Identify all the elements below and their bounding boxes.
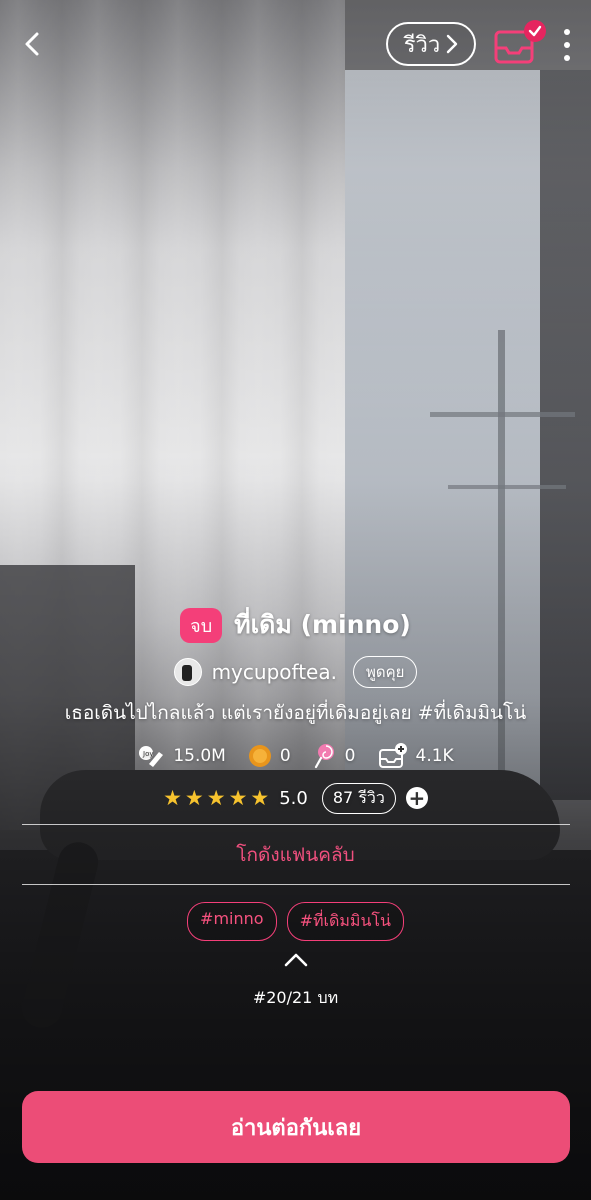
views-stat: Joy 15.0M xyxy=(137,744,226,768)
lollipop-icon xyxy=(314,744,334,769)
added-check-icon xyxy=(524,20,546,42)
expand-button[interactable] xyxy=(0,952,591,968)
back-arrow-icon xyxy=(25,32,39,56)
tag-list: #minno #ที่เดิมมินโน่ xyxy=(0,902,591,941)
candies-count: 0 xyxy=(344,746,356,766)
library-adds-stat: 4.1K xyxy=(378,743,454,769)
chevron-up-icon xyxy=(284,953,307,967)
review-button[interactable]: รีวิว xyxy=(386,22,476,66)
star-icon: ★ xyxy=(250,786,270,810)
author-avatar[interactable] xyxy=(173,658,202,686)
story-synopsis: เธอเดินไปไกลแล้ว แต่เรายังอยู่ที่เดิมอยู… xyxy=(64,702,527,724)
stats-row: Joy 15.0M 0 0 4.1K xyxy=(0,736,591,776)
back-button[interactable] xyxy=(14,26,50,62)
star-icon: ★ xyxy=(206,786,226,810)
more-dot-icon xyxy=(564,29,570,35)
svg-text:Joy: Joy xyxy=(142,750,154,758)
coins-count: 0 xyxy=(279,746,291,766)
chevron-right-icon xyxy=(447,34,458,54)
story-title: ที่เดิม (minno) xyxy=(234,610,411,639)
rating-value: 5.0 xyxy=(279,787,308,809)
rating-row: ★ ★ ★ ★ ★ 5.0 87 รีวิว + xyxy=(0,778,591,818)
story-info: จบ ที่เดิม (minno) mycupoftea. พูดคุย เธ… xyxy=(0,600,591,818)
star-rating: ★ ★ ★ ★ ★ xyxy=(163,786,269,810)
views-count: 15.0M xyxy=(173,746,226,766)
more-dot-icon xyxy=(564,55,570,61)
review-button-label: รีวิว xyxy=(403,32,441,58)
chat-button[interactable]: พูดคุย xyxy=(352,656,418,688)
divider xyxy=(22,884,570,885)
coin-icon xyxy=(248,745,271,767)
star-icon: ★ xyxy=(184,786,204,810)
tag-chip[interactable]: #minno xyxy=(187,902,277,941)
author-name[interactable]: mycupoftea. xyxy=(212,660,337,684)
tag-chip[interactable]: #ที่เดิมมินโน่ xyxy=(286,902,404,941)
coins-stat: 0 xyxy=(248,744,291,768)
continue-reading-button[interactable]: อ่านต่อกันเลย xyxy=(22,1091,570,1163)
views-icon: Joy xyxy=(139,746,164,767)
add-to-library-button[interactable] xyxy=(494,20,546,66)
library-add-icon xyxy=(378,743,407,768)
candies-stat: 0 xyxy=(313,743,356,769)
divider xyxy=(22,824,570,825)
star-icon: ★ xyxy=(163,786,182,810)
review-count-button[interactable]: 87 รีวิว xyxy=(321,782,396,814)
library-adds-count: 4.1K xyxy=(415,746,454,766)
chapter-indicator: #20/21 บท xyxy=(252,988,339,1007)
top-bar: รีวิว xyxy=(0,0,591,92)
star-icon: ★ xyxy=(228,786,248,810)
add-review-plus-icon[interactable]: + xyxy=(405,787,428,809)
author-row: mycupoftea. พูดคุย xyxy=(0,652,591,692)
more-dot-icon xyxy=(564,42,570,48)
completed-badge: จบ xyxy=(180,607,223,643)
more-options-button[interactable] xyxy=(554,26,580,64)
fanclub-link[interactable]: โกดังแฟนคลับ xyxy=(0,826,591,884)
title-row: จบ ที่เดิม (minno) xyxy=(0,600,591,650)
